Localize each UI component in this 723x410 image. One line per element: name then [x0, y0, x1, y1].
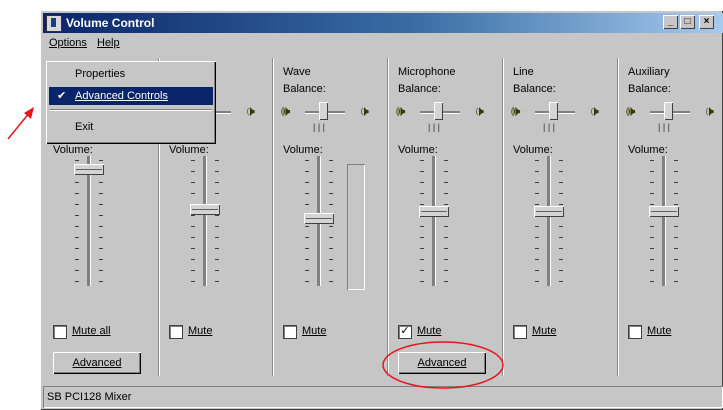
annotation-highlight-circle — [382, 341, 504, 389]
annotation-arrow-line — [7, 111, 31, 140]
annotation-overlay — [7, 107, 504, 389]
